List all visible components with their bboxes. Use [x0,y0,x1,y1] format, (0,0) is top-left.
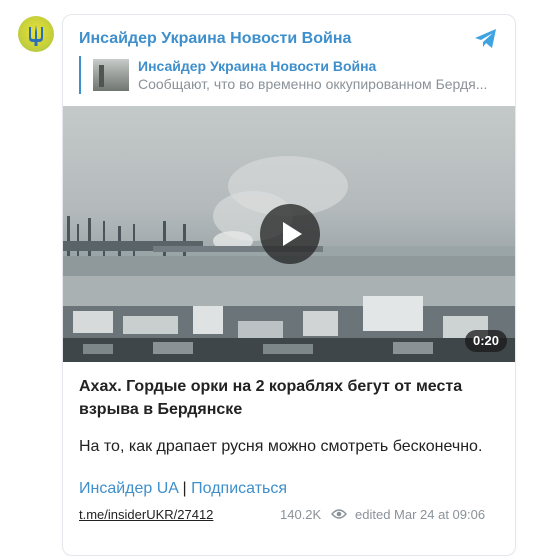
eye-icon [331,509,347,519]
post-footer: t.me/insiderUKR/27412 140.2K edited Mar … [79,507,499,527]
play-icon [283,222,302,246]
post-links: Инсайдер UA | Подписаться [79,480,287,498]
telegram-plane-icon[interactable] [474,28,498,50]
video-player[interactable]: 0:20 [63,106,515,362]
reply-thumbnail [93,59,129,91]
channel-avatar[interactable] [18,16,54,52]
link-separator: | [182,480,187,497]
post-body: На то, как драпает русня можно смотреть … [79,438,483,455]
video-duration: 0:20 [464,330,507,352]
reply-quote[interactable]: Инсайдер Украина Новости Война Сообщают,… [79,56,501,94]
post-headline: Ахах. Гордые орки на 2 кораблях бегут от… [79,378,463,418]
reply-channel-name: Инсайдер Украина Новости Война [138,58,377,74]
edited-timestamp: edited Mar 24 at 09:06 [355,507,486,522]
reply-preview-text: Сообщают, что во временно оккупированном… [138,76,488,92]
trident-emblem-icon [29,25,43,46]
subscribe-link[interactable]: Подписаться [191,480,287,497]
channel-link[interactable]: Инсайдер UA [79,480,178,497]
play-button[interactable] [260,204,320,264]
channel-title[interactable]: Инсайдер Украина Новости Война [79,30,351,48]
view-count: 140.2K [280,507,322,522]
post-permalink[interactable]: t.me/insiderUKR/27412 [79,507,213,522]
